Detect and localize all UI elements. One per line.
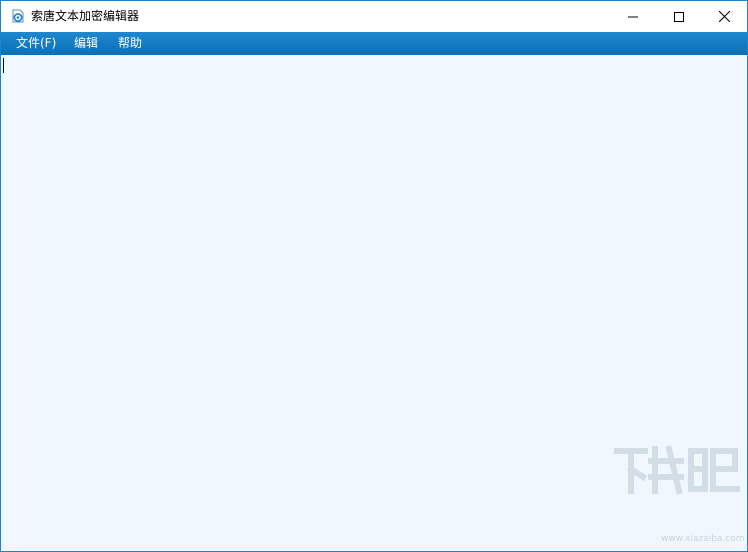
watermark-logo-icon <box>611 439 741 499</box>
menu-bar: 文件(F) 编辑 帮助 <box>1 32 747 55</box>
minimize-icon <box>628 7 638 26</box>
watermark-url: www.xiazaiba.com <box>661 534 745 544</box>
text-caret <box>3 58 4 73</box>
close-icon <box>718 7 730 26</box>
app-window: 索唐文本加密编辑器 文件(F) 编辑 帮助 www.xiazaiba.com <box>0 0 748 552</box>
window-title: 索唐文本加密编辑器 <box>31 9 140 23</box>
app-logo-icon <box>10 8 26 24</box>
maximize-icon <box>674 7 684 26</box>
minimize-button[interactable] <box>610 1 656 32</box>
maximize-button[interactable] <box>656 1 702 32</box>
menu-file[interactable]: 文件(F) <box>16 32 56 55</box>
title-bar[interactable]: 索唐文本加密编辑器 <box>1 1 747 32</box>
menu-edit[interactable]: 编辑 <box>74 32 98 55</box>
close-button[interactable] <box>701 1 747 32</box>
menu-help[interactable]: 帮助 <box>118 32 142 55</box>
